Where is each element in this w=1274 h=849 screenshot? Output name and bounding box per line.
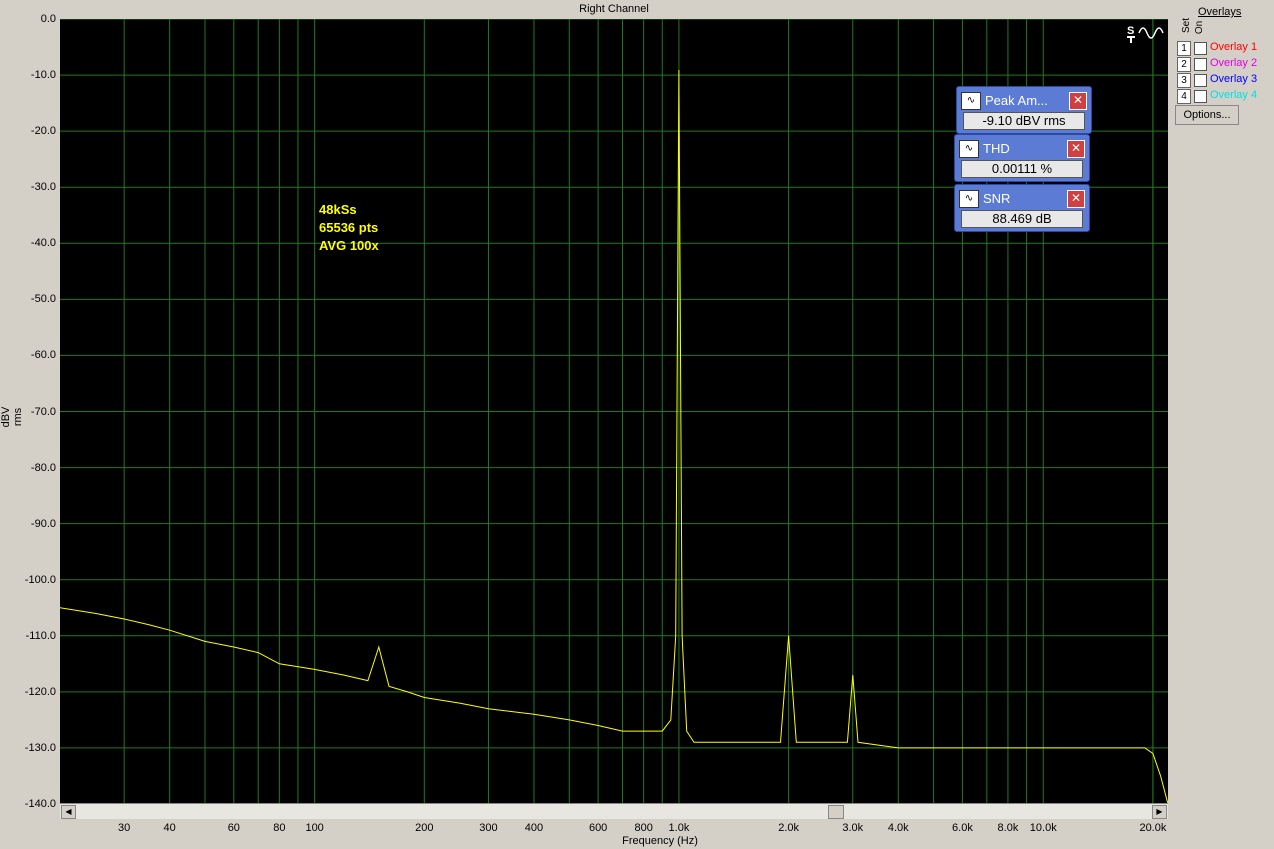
meter-waveform-icon: ∿ xyxy=(959,190,979,208)
thd-meter[interactable]: ∿ THD ✕ 0.00111 % xyxy=(954,134,1090,182)
annotation-points: 65536 pts xyxy=(319,220,379,235)
x-tick-label: 200 xyxy=(415,822,434,834)
sine-wave-icon[interactable]: S xyxy=(1125,22,1167,44)
meter-title: SNR xyxy=(983,191,1011,206)
y-tick-label: -120.0 xyxy=(24,685,56,698)
meter-value: -9.10 dBV rms xyxy=(963,112,1085,130)
x-tick-label: 600 xyxy=(588,822,608,834)
overlay-set-button[interactable]: 3 xyxy=(1177,73,1191,88)
y-tick-label: -60.0 xyxy=(30,349,56,362)
x-tick-label: 20.0k xyxy=(1139,822,1167,834)
y-tick-label: -40.0 xyxy=(30,237,56,250)
x-tick-label: 2.0k xyxy=(778,822,800,834)
x-tick-label: 300 xyxy=(479,822,498,834)
x-tick-label: 40 xyxy=(163,822,176,834)
close-icon[interactable]: ✕ xyxy=(1067,140,1085,158)
meter-title: THD xyxy=(983,141,1010,156)
annotation-sample-rate: 48kSs xyxy=(319,202,357,217)
y-tick-label: -130.0 xyxy=(24,741,56,754)
x-tick-label: 3.0k xyxy=(842,822,864,834)
overlay-set-button[interactable]: 1 xyxy=(1177,41,1191,56)
overlay-on-checkbox[interactable] xyxy=(1194,90,1207,103)
y-axis-label: dBV rms xyxy=(0,406,24,428)
y-tick-label: 0.0 xyxy=(40,13,56,25)
svg-text:S: S xyxy=(1127,25,1134,37)
x-axis-label: Frequency (Hz) xyxy=(622,835,698,847)
x-tick-label: 80 xyxy=(273,822,286,834)
overlay-set-button[interactable]: 4 xyxy=(1177,89,1191,104)
y-tick-label: -140.0 xyxy=(24,798,56,810)
meter-title: Peak Am... xyxy=(985,93,1048,108)
y-tick-label: -80.0 xyxy=(30,461,56,474)
x-tick-label: 800 xyxy=(634,822,653,834)
overlay-on-checkbox[interactable] xyxy=(1194,42,1207,55)
x-tick-label: 1.0k xyxy=(668,822,690,834)
overlay-options-button[interactable]: Options... xyxy=(1175,105,1239,125)
overlay-label: Overlay 1 xyxy=(1210,41,1258,53)
horizontal-scrollbar[interactable]: ◀ ▶ xyxy=(60,803,1168,819)
x-tick-label: 6.0k xyxy=(952,822,973,834)
meter-value: 0.00111 % xyxy=(961,160,1083,178)
chart-title: Right Channel xyxy=(579,3,649,15)
scroll-thumb[interactable] xyxy=(828,805,844,819)
overlay-on-checkbox[interactable] xyxy=(1194,58,1207,71)
overlay-on-checkbox[interactable] xyxy=(1194,74,1207,87)
y-tick-label: -90.0 xyxy=(30,517,56,530)
x-tick-label: 400 xyxy=(524,822,544,834)
overlay-set-button[interactable]: 2 xyxy=(1177,57,1191,72)
x-tick-label: 100 xyxy=(305,822,324,834)
overlays-header: Overlays xyxy=(1198,6,1242,18)
overlay-label: Overlay 2 xyxy=(1210,57,1258,69)
snr-meter[interactable]: ∿ SNR ✕ 88.469 dB xyxy=(954,184,1090,232)
y-tick-label: -50.0 xyxy=(30,293,56,306)
x-tick-label: 4.0k xyxy=(887,822,909,834)
y-tick-label: -10.0 xyxy=(30,69,56,82)
meter-waveform-icon: ∿ xyxy=(959,140,979,158)
overlays-on-label: On xyxy=(1194,20,1206,35)
close-icon[interactable]: ✕ xyxy=(1069,92,1087,110)
overlay-label: Overlay 3 xyxy=(1210,73,1258,85)
scroll-left-button[interactable]: ◀ xyxy=(61,805,76,819)
x-tick-label: 30 xyxy=(118,822,131,834)
meter-waveform-icon: ∿ xyxy=(961,92,981,110)
overlays-set-label: Set xyxy=(1181,17,1193,34)
x-tick-label: 60 xyxy=(227,822,240,834)
y-tick-label: -20.0 xyxy=(30,125,56,138)
overlay-label: Overlay 4 xyxy=(1210,89,1258,101)
x-tick-label: 8.0k xyxy=(997,822,1019,834)
y-tick-label: -100.0 xyxy=(24,573,56,586)
y-tick-label: -30.0 xyxy=(30,181,56,194)
annotation-averaging: AVG 100x xyxy=(319,238,379,253)
peak-amplitude-meter[interactable]: ∿ Peak Am... ✕ -9.10 dBV rms xyxy=(956,86,1092,134)
close-icon[interactable]: ✕ xyxy=(1067,190,1085,208)
y-tick-label: -110.0 xyxy=(25,629,56,642)
meter-value: 88.469 dB xyxy=(961,210,1083,228)
x-tick-label: 10.0k xyxy=(1029,822,1057,834)
scroll-right-button[interactable]: ▶ xyxy=(1152,805,1167,819)
